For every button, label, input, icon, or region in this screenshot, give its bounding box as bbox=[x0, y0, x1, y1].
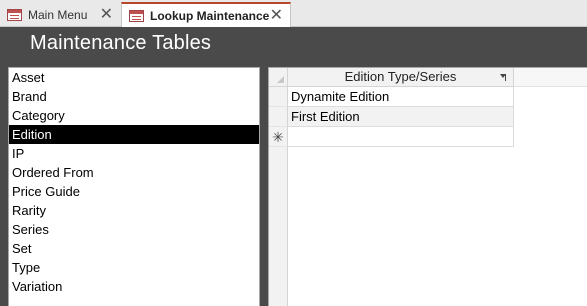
list-item-price-guide[interactable]: Price Guide bbox=[9, 182, 259, 201]
new-record-cell[interactable] bbox=[288, 127, 514, 147]
header-empty-area bbox=[514, 68, 587, 87]
list-item-type[interactable]: Type bbox=[9, 258, 259, 277]
tab-main-menu[interactable]: Main Menu ✕ bbox=[0, 3, 120, 27]
record-selector-column bbox=[269, 147, 288, 306]
close-icon[interactable]: ✕ bbox=[270, 7, 283, 24]
tab-label: Lookup Maintenance bbox=[150, 8, 270, 23]
list-item-series[interactable]: Series bbox=[9, 220, 259, 239]
table-cell[interactable]: Dynamite Edition bbox=[288, 87, 514, 107]
lookup-datasheet: Edition Type/Series Dynamite Edition Fir… bbox=[268, 67, 587, 306]
select-all-corner[interactable] bbox=[269, 68, 288, 87]
list-item-rarity[interactable]: Rarity bbox=[9, 201, 259, 220]
form-icon bbox=[7, 9, 22, 21]
document-tab-strip: Main Menu ✕ Lookup Maintenance ✕ bbox=[0, 0, 587, 27]
list-item-set[interactable]: Set bbox=[9, 239, 259, 258]
new-record-icon[interactable]: ✳ bbox=[269, 127, 288, 147]
sort-filter-icon[interactable] bbox=[500, 74, 507, 81]
list-item-edition[interactable]: Edition bbox=[9, 125, 259, 144]
list-item-category[interactable]: Category bbox=[9, 106, 259, 125]
column-header-label: Edition Type/Series bbox=[344, 69, 457, 84]
page-title: Maintenance Tables bbox=[30, 32, 212, 54]
form-icon bbox=[129, 9, 144, 22]
close-icon[interactable]: ✕ bbox=[100, 7, 113, 23]
tables-listbox[interactable]: Asset Brand Category Edition IP Ordered … bbox=[8, 67, 260, 306]
list-item-brand[interactable]: Brand bbox=[9, 87, 259, 106]
tab-lookup-maintenance[interactable]: Lookup Maintenance ✕ bbox=[121, 2, 291, 27]
tab-label: Main Menu bbox=[28, 8, 88, 22]
list-item-asset[interactable]: Asset bbox=[9, 68, 259, 87]
record-selector[interactable] bbox=[269, 107, 288, 127]
record-selector[interactable] bbox=[269, 87, 288, 107]
list-item-variation[interactable]: Variation bbox=[9, 277, 259, 296]
list-item-ordered-from[interactable]: Ordered From bbox=[9, 163, 259, 182]
column-header-edition-type[interactable]: Edition Type/Series bbox=[288, 68, 514, 87]
form-header: Maintenance Tables bbox=[0, 27, 587, 63]
list-item-ip[interactable]: IP bbox=[9, 144, 259, 163]
table-cell[interactable]: First Edition bbox=[288, 107, 514, 127]
